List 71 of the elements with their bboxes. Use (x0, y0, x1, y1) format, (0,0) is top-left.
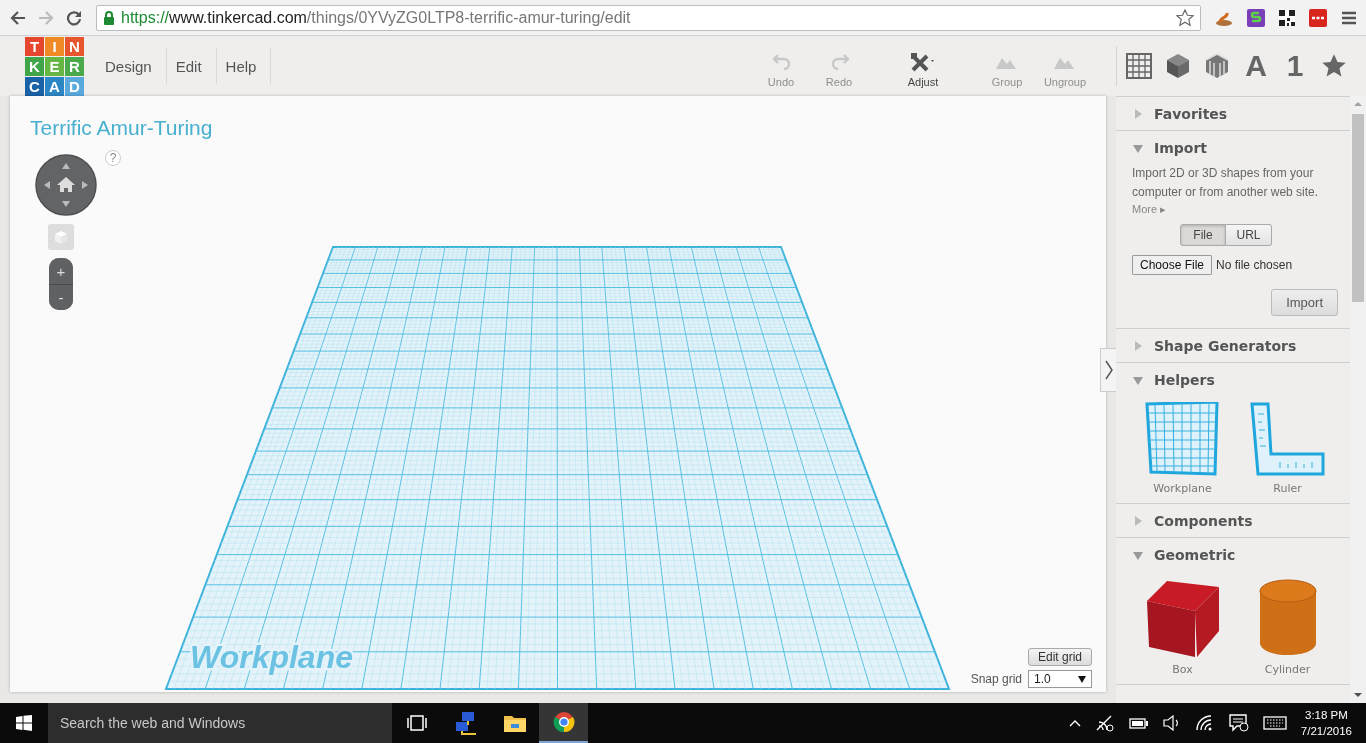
logo-letter: A (45, 76, 64, 96)
star-icon (1321, 53, 1347, 79)
battery-icon[interactable] (1128, 717, 1149, 729)
keyboard-icon[interactable] (1262, 716, 1287, 730)
library-tab[interactable] (1125, 50, 1153, 82)
menu-item[interactable]: Design (96, 48, 167, 84)
library-tab[interactable]: 1 (1281, 50, 1309, 82)
section-header[interactable]: Helpers (1116, 363, 1350, 396)
network-status-icon[interactable] (1094, 714, 1115, 732)
chevron-right-icon (1104, 360, 1113, 380)
undo-icon (770, 52, 792, 72)
shape-item[interactable]: Box (1130, 577, 1235, 676)
extension-icon[interactable] (1247, 8, 1265, 27)
library-tab[interactable]: A (1242, 50, 1270, 82)
help-button[interactable]: ? (105, 150, 121, 166)
zoom-out-button[interactable]: - (49, 284, 73, 310)
snap-grid-dropdown[interactable]: 1.0 (1028, 670, 1092, 688)
star-icon[interactable] (1176, 8, 1194, 27)
import-description: Import 2D or 3D shapes from your computer or from another web site. (1132, 165, 1320, 201)
menu-icon[interactable] (1341, 10, 1357, 25)
adjust-icon (910, 52, 936, 72)
extension-icon[interactable] (1309, 8, 1327, 27)
logo-letter: N (65, 36, 84, 56)
choose-file-button[interactable]: Choose File (1132, 255, 1213, 275)
address-bar[interactable]: https://www.tinkercad.com/things/0YVyZG0LTP8-terrific-amur-turing/edit (96, 4, 1201, 31)
clock[interactable]: 3:18 PM 7/21/2016 (1300, 707, 1352, 739)
logo-letter: I (45, 36, 64, 56)
cube-icon (54, 230, 68, 244)
task-view-icon (406, 715, 427, 731)
logo-letter: C (25, 76, 44, 96)
panel-collapse-handle[interactable] (1100, 348, 1116, 392)
edit-grid-button[interactable]: Edit grid (1027, 648, 1092, 666)
back-icon[interactable] (10, 10, 26, 25)
shape-item[interactable]: Cylinder (1235, 577, 1340, 676)
chevron-up-icon[interactable] (1068, 719, 1081, 727)
logo-letter: T (25, 36, 44, 56)
speaker-icon[interactable] (1162, 715, 1181, 731)
section-header[interactable]: Geometric (1116, 538, 1350, 571)
logo-letter: D (65, 76, 84, 96)
adjust-button[interactable]: Adjust (894, 52, 952, 88)
shape-item[interactable]: Workplane (1130, 402, 1235, 495)
window-panes-icon (16, 715, 32, 731)
search-field[interactable]: Search the web and Windows (48, 703, 392, 743)
network-computers-icon (453, 711, 478, 735)
section-header[interactable]: Import (1116, 131, 1350, 164)
shape-item[interactable]: Ruler (1235, 402, 1340, 495)
taskbar-app[interactable] (539, 703, 588, 743)
logo-letter: E (45, 56, 64, 76)
qr-code-icon[interactable] (1279, 9, 1295, 26)
logo-letter: K (25, 56, 44, 76)
grid-icon (1126, 53, 1152, 79)
file-status: No file chosen (1216, 258, 1293, 272)
section-header[interactable]: Favorites (1116, 97, 1350, 130)
cube-icon (1165, 53, 1191, 79)
import-button[interactable]: Import (1271, 289, 1338, 316)
section-header[interactable]: Shape Generators (1116, 329, 1350, 362)
section-header[interactable]: Components (1116, 504, 1350, 537)
folder-icon (503, 714, 526, 732)
logo-letter: R (65, 56, 84, 76)
patterned-cube-icon (1204, 53, 1230, 79)
scrollbar[interactable] (1350, 96, 1366, 703)
source-tab[interactable]: URL (1226, 224, 1272, 246)
browser-icon (552, 711, 575, 733)
snap-grid-label: Snap grid (970, 672, 1022, 686)
menu-item[interactable]: Help (216, 48, 272, 84)
source-tab[interactable]: File (1180, 224, 1226, 246)
notification-icon[interactable] (1228, 714, 1249, 732)
reload-icon[interactable] (66, 9, 82, 26)
lock-icon (103, 10, 115, 25)
view-navigation-pad[interactable] (35, 154, 97, 216)
menu-item[interactable]: Edit (166, 48, 217, 84)
